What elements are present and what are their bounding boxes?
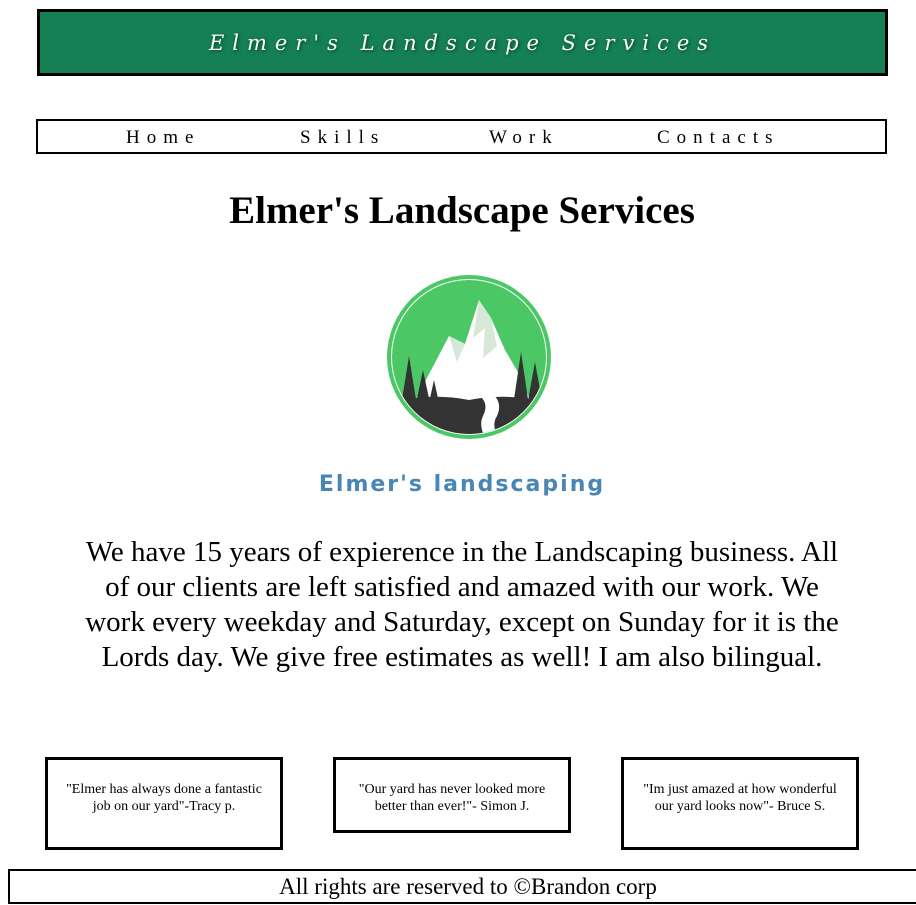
nav-link-contacts[interactable]: Contacts <box>657 127 780 149</box>
mountain-landscape-logo-icon <box>387 275 551 439</box>
main-nav: Home Skills Work Contacts <box>36 119 887 154</box>
nav-link-skills[interactable]: Skills <box>300 127 385 149</box>
testimonial-quote: "Im just amazed at how wonderful our yar… <box>643 782 837 814</box>
footer-copyright: All rights are reserved to ©Brandon corp <box>279 874 657 899</box>
site-banner: Elmer's Landscape Services <box>37 9 888 76</box>
testimonial-card: "Our yard has never looked more better t… <box>333 757 571 833</box>
banner-title: Elmer's Landscape Services <box>208 30 717 55</box>
site-footer: All rights are reserved to ©Brandon corp <box>8 869 916 904</box>
nav-link-home[interactable]: Home <box>126 127 200 149</box>
testimonial-quote: "Our yard has never looked more better t… <box>358 782 546 814</box>
page-title: Elmer's Landscape Services <box>229 189 695 232</box>
logo-wordmark: Elmer's landscaping <box>318 472 606 497</box>
testimonial-card: "Elmer has always done a fantastic job o… <box>45 757 283 850</box>
nav-link-work[interactable]: Work <box>489 127 559 149</box>
testimonial-quote: "Elmer has always done a fantastic job o… <box>66 782 262 814</box>
intro-paragraph: We have 15 years of expierence in the La… <box>85 536 839 673</box>
testimonial-card: "Im just amazed at how wonderful our yar… <box>621 757 859 850</box>
